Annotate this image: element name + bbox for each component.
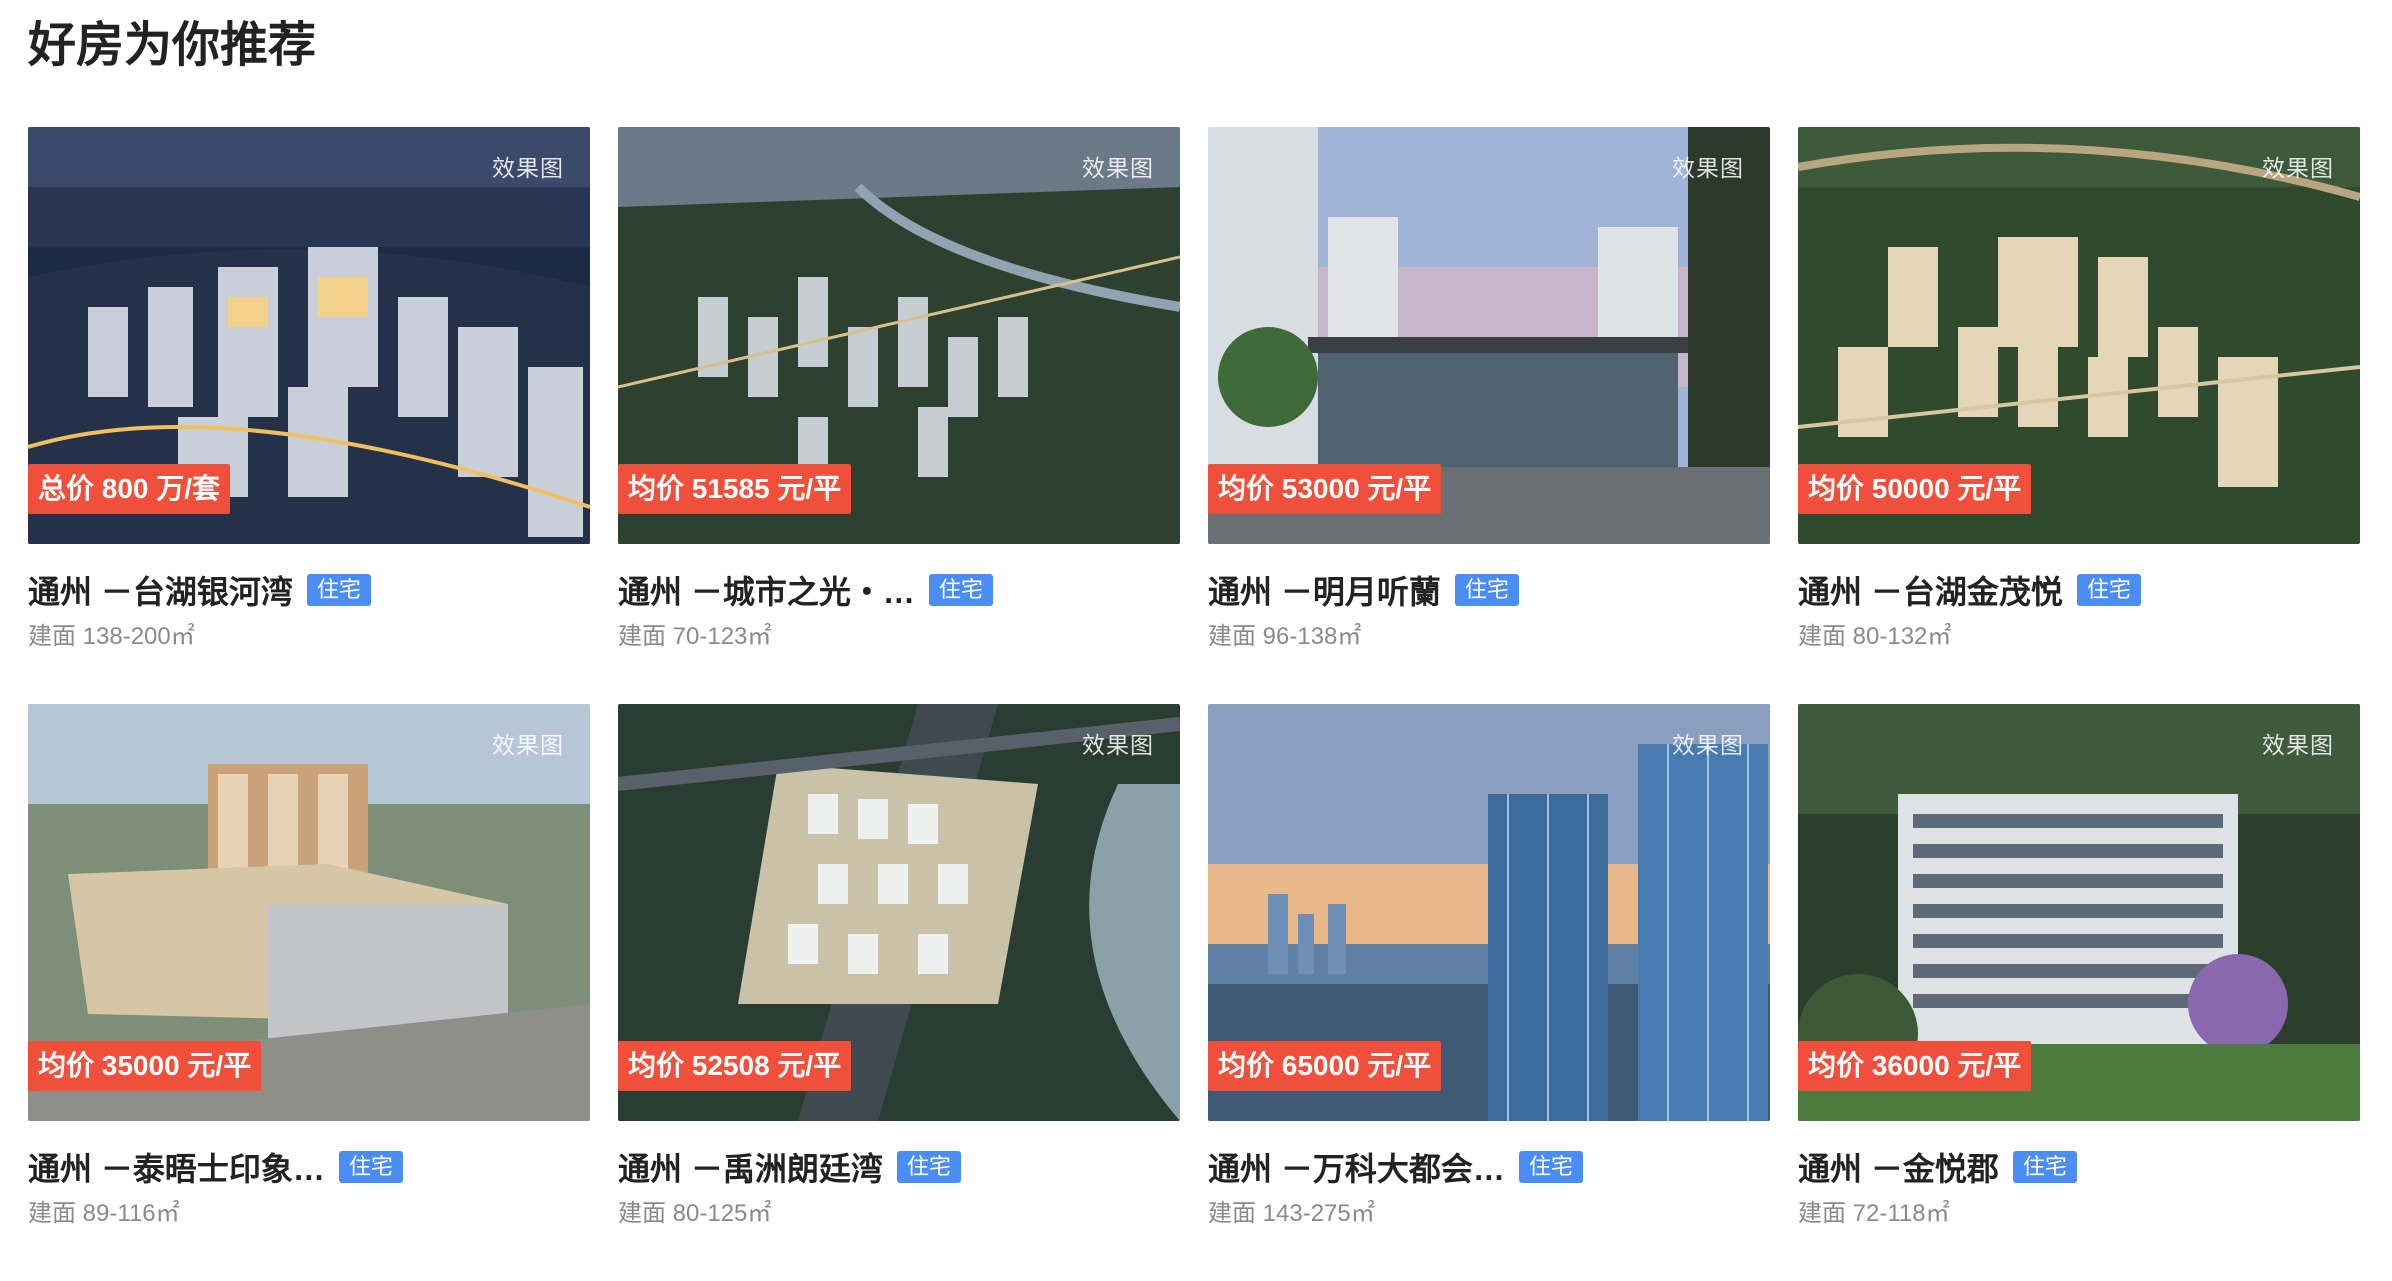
watermark-label: 效果图 [1082,155,1154,181]
listing-area: 建面 70-123㎡ [618,623,772,650]
listing-info: 通州 －明月听蘭 住宅 建面 96-138㎡ [1208,564,1770,654]
watermark-label: 效果图 [492,732,564,758]
listing-card[interactable]: 效果图 总价 800 万/套 通州 －台湖银河湾 住宅 建面 138-200㎡ [28,127,590,704]
property-type-badge: 住宅 [338,1151,403,1183]
listing-title-row: 通州 －金悦郡 住宅 [1798,1141,2360,1193]
listing-image[interactable]: 效果图 均价 36000 元/平 [1798,704,2360,1121]
listing-info: 通州 －万科大都会… 住宅 建面 143-275㎡ [1208,1141,1770,1231]
listing-area: 建面 80-132㎡ [1798,623,1952,650]
listing-area: 建面 138-200㎡ [28,623,195,650]
property-type-badge: 住宅 [2076,574,2141,606]
listing-info: 通州 －禹洲朗廷湾 住宅 建面 80-125㎡ [618,1141,1180,1231]
price-tag: 均价 53000 元/平 [1208,464,1442,514]
listing-info: 通州 －金悦郡 住宅 建面 72-118㎡ [1798,1141,2360,1231]
listing-name[interactable]: 通州 －城市之光・… [618,567,915,613]
watermark-label: 效果图 [1672,732,1744,758]
watermark-label: 效果图 [2262,155,2334,181]
watermark-label: 效果图 [1082,732,1154,758]
listing-area: 建面 80-125㎡ [618,1200,772,1227]
listing-name[interactable]: 通州 －金悦郡 [1798,1144,1999,1190]
property-type-badge: 住宅 [1518,1151,1583,1183]
watermark-label: 效果图 [2262,732,2334,758]
listing-info: 通州 －泰晤士印象… 住宅 建面 89-116㎡ [28,1141,590,1231]
property-type-badge: 住宅 [2012,1151,2077,1183]
listing-title-row: 通州 －万科大都会… 住宅 [1208,1141,1770,1193]
listing-title-row: 通州 －泰晤士印象… 住宅 [28,1141,590,1193]
listing-card[interactable]: 效果图 均价 53000 元/平 通州 －明月听蘭 住宅 建面 96-138㎡ [1208,127,1770,704]
watermark-label: 效果图 [1672,155,1744,181]
price-tag: 均价 35000 元/平 [28,1041,262,1091]
listing-image[interactable]: 效果图 均价 51585 元/平 [618,127,1180,544]
listing-name[interactable]: 通州 －台湖银河湾 [28,567,293,613]
listing-area: 建面 96-138㎡ [1208,623,1362,650]
listing-title-row: 通州 －明月听蘭 住宅 [1208,564,1770,616]
listing-title-row: 通州 －台湖银河湾 住宅 [28,564,590,616]
listing-name[interactable]: 通州 －明月听蘭 [1208,567,1441,613]
listing-area: 建面 143-275㎡ [1208,1200,1375,1227]
listing-image[interactable]: 效果图 均价 35000 元/平 [28,704,590,1121]
listing-image[interactable]: 效果图 均价 53000 元/平 [1208,127,1770,544]
property-type-badge: 住宅 [928,574,993,606]
listing-name[interactable]: 通州 －泰晤士印象… [28,1144,325,1190]
price-tag: 均价 65000 元/平 [1208,1041,1442,1091]
listing-title-row: 通州 －禹洲朗廷湾 住宅 [618,1141,1180,1193]
listing-title-row: 通州 －台湖金茂悦 住宅 [1798,564,2360,616]
listing-image[interactable]: 效果图 总价 800 万/套 [28,127,590,544]
price-tag: 均价 36000 元/平 [1798,1041,2032,1091]
listing-image[interactable]: 效果图 均价 65000 元/平 [1208,704,1770,1121]
listing-card[interactable]: 效果图 均价 50000 元/平 通州 －台湖金茂悦 住宅 建面 80-132㎡ [1798,127,2360,704]
listing-name[interactable]: 通州 －万科大都会… [1208,1144,1505,1190]
listing-name[interactable]: 通州 －禹洲朗廷湾 [618,1144,883,1190]
listing-area: 建面 89-116㎡ [28,1200,180,1227]
listing-card[interactable]: 效果图 均价 36000 元/平 通州 －金悦郡 住宅 建面 72-118㎡ [1798,704,2360,1281]
listing-image[interactable]: 效果图 均价 50000 元/平 [1798,127,2360,544]
property-type-badge: 住宅 [1454,574,1519,606]
listing-title-row: 通州 －城市之光・… 住宅 [618,564,1180,616]
listing-card[interactable]: 效果图 均价 51585 元/平 通州 －城市之光・… 住宅 建面 70-123… [618,127,1180,704]
listing-grid: 效果图 总价 800 万/套 通州 －台湖银河湾 住宅 建面 138-200㎡ … [28,127,2362,1281]
price-tag: 均价 51585 元/平 [618,464,852,514]
listing-info: 通州 －台湖银河湾 住宅 建面 138-200㎡ [28,564,590,654]
price-tag: 均价 50000 元/平 [1798,464,2032,514]
property-type-badge: 住宅 [306,574,371,606]
property-type-badge: 住宅 [896,1151,961,1183]
listing-info: 通州 －台湖金茂悦 住宅 建面 80-132㎡ [1798,564,2360,654]
listing-name[interactable]: 通州 －台湖金茂悦 [1798,567,2063,613]
price-tag: 总价 800 万/套 [28,464,231,514]
listing-card[interactable]: 效果图 均价 52508 元/平 通州 －禹洲朗廷湾 住宅 建面 80-125㎡ [618,704,1180,1281]
listing-info: 通州 －城市之光・… 住宅 建面 70-123㎡ [618,564,1180,654]
section-title: 好房为你推荐 [28,19,317,72]
price-tag: 均价 52508 元/平 [618,1041,852,1091]
watermark-label: 效果图 [492,155,564,181]
listing-image[interactable]: 效果图 均价 52508 元/平 [618,704,1180,1121]
listing-area: 建面 72-118㎡ [1798,1200,1950,1227]
listing-card[interactable]: 效果图 均价 35000 元/平 通州 －泰晤士印象… 住宅 建面 89-116… [28,704,590,1281]
listing-card[interactable]: 效果图 均价 65000 元/平 通州 －万科大都会… 住宅 建面 143-27… [1208,704,1770,1281]
